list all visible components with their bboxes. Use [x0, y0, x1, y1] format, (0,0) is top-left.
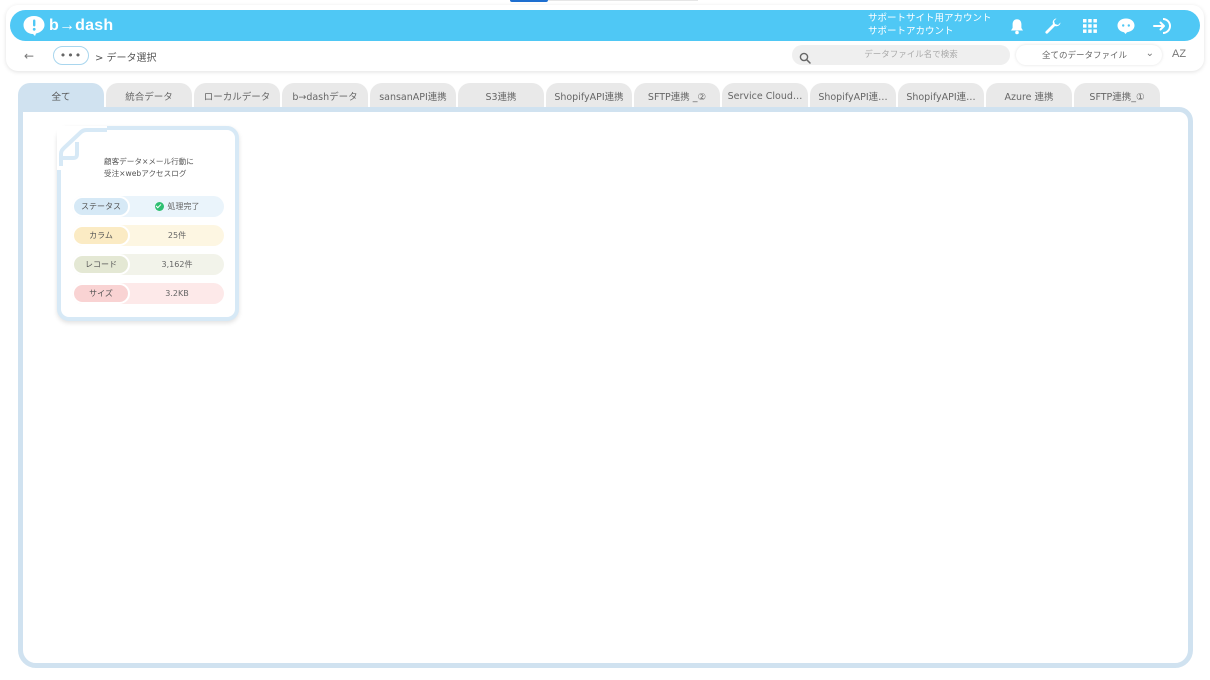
search-icon [799, 49, 811, 68]
card-corner-fold [57, 126, 107, 170]
chevron-down-icon: ⌄ [1145, 48, 1154, 59]
search-box [792, 45, 1010, 65]
record-row: レコード 3,162件 [72, 254, 224, 275]
check-circle-icon [154, 202, 164, 211]
filter-value: 全てのデータファイル [1042, 51, 1128, 61]
tab-10[interactable]: ShopifyAPI連… [898, 83, 984, 109]
sub-toolbar: ← ••• > データ選択 全てのデータファイル ⌄ AZ [6, 42, 1204, 70]
sort-az-button[interactable]: AZ [1172, 48, 1186, 60]
card-title-line-1: 顧客データ×メール行動に [104, 157, 194, 166]
size-value: 3.2KB [165, 289, 189, 298]
status-row: ステータス 処理完了 [72, 196, 224, 217]
wrench-icon[interactable] [1042, 15, 1064, 37]
bell-icon[interactable] [1006, 15, 1028, 37]
tab-11[interactable]: Azure 連携 [986, 83, 1072, 109]
status-value: 処理完了 [167, 202, 200, 211]
tab-3[interactable]: b→dashデータ [282, 83, 368, 109]
chat-icon[interactable] [1115, 15, 1137, 37]
breadcrumb: > データ選択 [95, 53, 157, 64]
logo-text: b→dash [49, 16, 114, 34]
card-title-line-2: 受注×webアクセスログ [104, 169, 187, 178]
back-arrow-icon[interactable]: ← [24, 49, 34, 63]
tab-4[interactable]: sansanAPI連携 [370, 83, 456, 109]
record-label: レコード [72, 254, 130, 275]
category-tabs: 全て 統合データ ローカルデータ b→dashデータ sansanAPI連携 S3連携 Sh… [18, 83, 1162, 109]
tab-6[interactable]: ShopifyAPI連携 [546, 83, 632, 109]
top-indicator [510, 0, 548, 2]
size-row: サイズ 3.2KB [72, 283, 224, 304]
card-title: 顧客データ×メール行動に 受注×webアクセスログ [104, 156, 234, 180]
account-line-2: サポートアカウント [868, 26, 954, 37]
record-value: 3,162件 [161, 260, 193, 269]
column-label: カラム [72, 225, 130, 246]
size-label: サイズ [72, 283, 130, 304]
column-row: カラム 25件 [72, 225, 224, 246]
search-input[interactable] [816, 45, 1006, 65]
status-label: ステータス [72, 196, 130, 217]
status-value-wrap: 処理完了 [130, 196, 224, 217]
account-info[interactable]: サポートサイト用アカウント サポートアカウント [868, 12, 992, 38]
data-file-card[interactable]: 顧客データ×メール行動に 受注×webアクセスログ ステータス 処理完了 カラム… [57, 126, 239, 321]
tab-12[interactable]: SFTP連携_① [1074, 83, 1160, 109]
tab-8[interactable]: Service Cloud… [722, 83, 808, 109]
breadcrumb-more-button[interactable]: ••• [53, 46, 89, 65]
app-header: b→dash サポートサイト用アカウント サポートアカウント [10, 10, 1200, 41]
logout-icon[interactable] [1151, 15, 1173, 37]
account-line-1: サポートサイト用アカウント [868, 13, 992, 24]
grid-icon[interactable] [1079, 15, 1101, 37]
logo[interactable]: b→dash [22, 15, 113, 37]
logo-mark-icon [22, 15, 46, 37]
top-divider [548, 0, 698, 1]
column-value: 25件 [167, 231, 187, 240]
tab-1[interactable]: 統合データ [106, 83, 192, 109]
tab-0[interactable]: 全て [18, 83, 104, 109]
tab-9[interactable]: ShopifyAPI連… [810, 83, 896, 109]
tab-5[interactable]: S3連携 [458, 83, 544, 109]
tab-7[interactable]: SFTP連携 _② [634, 83, 720, 109]
data-file-filter-select[interactable]: 全てのデータファイル ⌄ [1016, 45, 1162, 65]
tab-2[interactable]: ローカルデータ [194, 83, 280, 109]
